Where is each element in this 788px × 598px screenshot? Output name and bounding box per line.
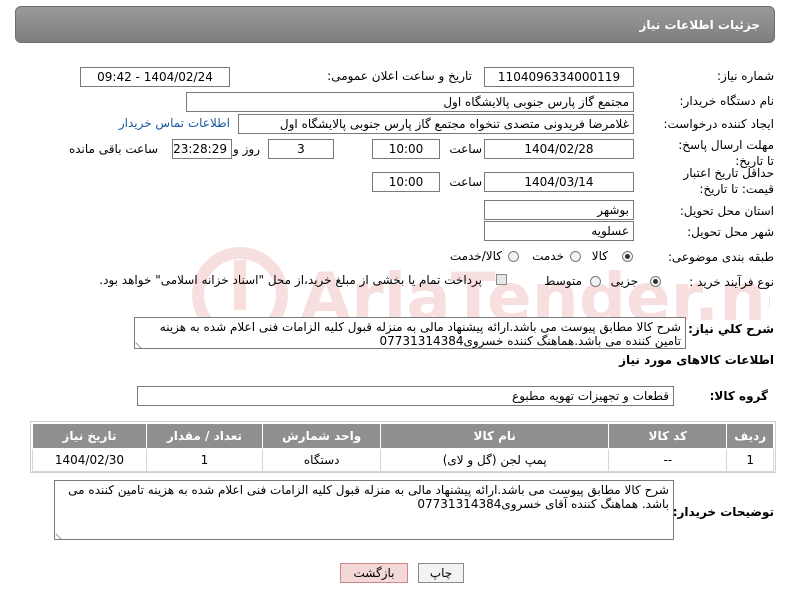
category-both-label: کالا/خدمت xyxy=(449,249,502,263)
category-goods-label: کالا xyxy=(591,249,608,263)
back-button[interactable]: بازگشت xyxy=(340,563,408,583)
cell-unit: دستگاه xyxy=(261,448,382,472)
cell-row-number: 1 xyxy=(726,448,774,472)
goods-info-title: اطلاعات کالاهای مورد نیاز xyxy=(619,353,774,367)
remaining-time-field: 23:28:29 xyxy=(172,139,232,159)
category-service-radio[interactable] xyxy=(570,251,581,262)
treasury-payment-checkbox[interactable] xyxy=(496,274,507,285)
treasury-payment-label: پرداخت تمام یا بخشی از مبلغ خرید،از محل … xyxy=(99,273,482,287)
purchase-medium-radio[interactable] xyxy=(590,276,601,287)
price-validity-label: حداقل تاریخ اعتبار قیمت: تا تاریخ: xyxy=(683,166,774,196)
cell-goods-name: پمپ لجن (گل و لای) xyxy=(380,448,610,472)
buyer-notes-text: شرح کالا مطابق پیوست می باشد.ارائه پیشنه… xyxy=(68,483,669,511)
cell-need-date: 1404/02/30 xyxy=(32,448,147,472)
summary-label: شرح کلي نياز: xyxy=(688,322,774,336)
price-time-field: 10:00 xyxy=(372,172,440,192)
announce-label: تاریخ و ساعت اعلان عمومی: xyxy=(327,69,472,83)
category-service-label: خدمت xyxy=(532,249,564,263)
need-number-field: 1104096334000119 xyxy=(484,67,634,87)
days-field: 3 xyxy=(268,139,334,159)
col-row-number: ردیف xyxy=(726,423,774,449)
page-title: جزئیات اطلاعات نیاز xyxy=(639,18,760,32)
province-label: استان محل تحویل: xyxy=(679,204,774,218)
items-table-header: ردیف کد کالا نام کالا واحد شمارش تعداد /… xyxy=(32,423,774,449)
need-number-label: شماره نیاز: xyxy=(717,69,774,83)
goods-group-label: گروه کالا: xyxy=(709,389,768,403)
buyer-notes-label: توضیحات خریدار: xyxy=(672,505,774,519)
buyer-org-label: نام دستگاه خریدار: xyxy=(679,94,775,108)
col-goods-code: کد کالا xyxy=(608,423,728,449)
announce-field: 1404/02/24 - 09:42 xyxy=(80,67,230,87)
category-label: طبقه بندی موضوعی: xyxy=(667,250,774,264)
reply-time-label: ساعت xyxy=(449,142,482,156)
purchase-minor-radio[interactable] xyxy=(650,276,661,287)
col-goods-name: نام کالا xyxy=(380,423,610,449)
table-row: 1 -- پمپ لجن (گل و لای) دستگاه 1 1404/02… xyxy=(32,448,774,472)
buyer-contact-link[interactable]: اطلاعات تماس خریدار xyxy=(119,116,230,130)
page-header: جزئیات اطلاعات نیاز xyxy=(15,6,775,43)
requester-label: ایجاد کننده درخواست: xyxy=(663,117,774,131)
price-date-field: 1404/03/14 xyxy=(484,172,634,192)
goods-group-field: قطعات و تجهیزات تهویه مطبوع xyxy=(137,386,674,406)
buyer-notes-textarea[interactable]: شرح کالا مطابق پیوست می باشد.ارائه پیشنه… xyxy=(54,480,674,540)
col-quantity: تعداد / مقدار xyxy=(145,423,264,449)
resize-handle-icon[interactable] xyxy=(135,337,147,348)
purchase-type-label: نوع فرآیند خرید : xyxy=(689,275,774,289)
print-button[interactable]: چاپ xyxy=(418,563,464,583)
remaining-time-label: ساعت باقی مانده xyxy=(68,142,158,156)
city-field: عسلویه xyxy=(484,221,634,241)
reply-date-field: 1404/02/28 xyxy=(484,139,634,159)
category-both-radio[interactable] xyxy=(508,251,519,262)
requester-field: غلامرضا فریدونی متصدی تنخواه مجتمع گاز پ… xyxy=(238,114,634,134)
purchase-medium-label: متوسط xyxy=(544,274,582,288)
purchase-minor-label: جزیی xyxy=(610,274,638,288)
price-time-label: ساعت xyxy=(449,175,482,189)
summary-text: شرح کالا مطابق پیوست می باشد.ارائه پیشنه… xyxy=(159,320,681,348)
resize-handle-icon[interactable] xyxy=(55,528,67,539)
items-table: ردیف کد کالا نام کالا واحد شمارش تعداد /… xyxy=(32,423,774,472)
province-field: بوشهر xyxy=(484,200,634,220)
cell-quantity: 1 xyxy=(145,448,264,472)
cell-goods-code: -- xyxy=(608,448,728,472)
buyer-org-field: مجتمع گاز پارس جنوبی پالایشگاه اول xyxy=(186,92,634,112)
col-unit: واحد شمارش xyxy=(261,423,382,449)
col-need-date: تاریخ نیاز xyxy=(32,423,147,449)
reply-time-field: 10:00 xyxy=(372,139,440,159)
summary-textarea[interactable]: شرح کالا مطابق پیوست می باشد.ارائه پیشنه… xyxy=(134,317,686,349)
days-label: روز و xyxy=(233,142,260,156)
city-label: شهر محل تحویل: xyxy=(687,225,774,239)
category-goods-radio[interactable] xyxy=(622,251,633,262)
